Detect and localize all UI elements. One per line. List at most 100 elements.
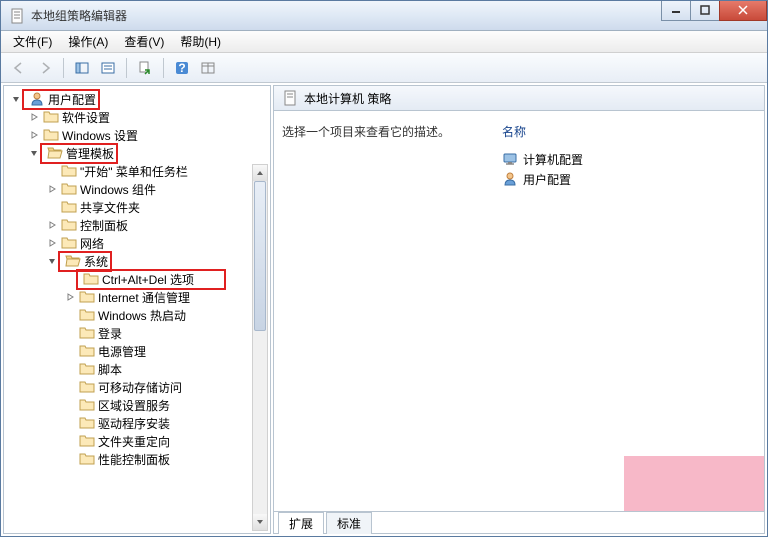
expander-none [64,417,76,429]
tree-power-mgmt[interactable]: 电源管理 [4,342,270,360]
forward-button[interactable] [33,56,57,80]
tree-node-label: 控制面板 [80,217,128,234]
expander-closed-icon[interactable] [46,183,58,195]
tree-removable-storage[interactable]: 可移动存储访问 [4,378,270,396]
scroll-track[interactable] [253,181,267,514]
expander-open-icon[interactable] [28,147,40,159]
highlight-box: 管理模板 [40,143,118,164]
tree-driver-install[interactable]: 驱动程序安装 [4,414,270,432]
scroll-down-button[interactable] [253,514,267,530]
tree-system[interactable]: 系统 [4,252,270,270]
expander-none [64,363,76,375]
tab-standard[interactable]: 标准 [326,512,372,534]
help-button[interactable]: ? [170,56,194,80]
scroll-up-button[interactable] [253,165,267,181]
tree-network[interactable]: 网络 [4,234,270,252]
tree-locale-services[interactable]: 区域设置服务 [4,396,270,414]
expander-closed-icon[interactable] [28,111,40,123]
show-hide-tree-button[interactable] [70,56,94,80]
folder-icon [79,307,95,323]
folder-icon [61,181,77,197]
tree-software-settings[interactable]: 软件设置 [4,108,270,126]
tree-scripts[interactable]: 脚本 [4,360,270,378]
folder-icon [61,199,77,215]
folder-icon [61,163,77,179]
expander-closed-icon[interactable] [64,291,76,303]
tree-node-label: 网络 [80,235,104,252]
tree-node-label: 区域设置服务 [98,397,170,414]
menubar: 文件(F) 操作(A) 查看(V) 帮助(H) [1,31,767,53]
tree-start-menu[interactable]: "开始" 菜单和任务栏 [4,162,270,180]
tree-node-label: 共享文件夹 [80,199,140,216]
menu-action[interactable]: 操作(A) [60,31,116,52]
list-item-computer[interactable]: 计算机配置 [502,150,756,168]
tree-perf-cp[interactable]: 性能控制面板 [4,450,270,468]
arrow-left-icon [11,60,27,76]
list-item-user[interactable]: 用户配置 [502,170,756,188]
tree-windows-hotstart[interactable]: Windows 热启动 [4,306,270,324]
description-column: 选择一个项目来查看它的描述。 [282,123,482,503]
expander-none [46,201,58,213]
expander-closed-icon[interactable] [28,129,40,141]
titlebar[interactable]: 本地组策略编辑器 [1,1,767,31]
tree-internet-comm[interactable]: Internet 通信管理 [4,288,270,306]
list-column: 名称 计算机配置 用户配置 [502,123,756,503]
scroll-thumb[interactable] [254,181,266,331]
expander-none [64,453,76,465]
tree-windows-components[interactable]: Windows 组件 [4,180,270,198]
tab-extended[interactable]: 扩展 [278,512,324,534]
tree-folder-redirect[interactable]: 文件夹重定向 [4,432,270,450]
folder-icon [79,451,95,467]
window-controls [662,1,767,21]
properties-button[interactable] [96,56,120,80]
tree-ctrl-alt-del[interactable]: Ctrl+Alt+Del 选项 [4,270,270,288]
tree-node-label: 电源管理 [98,343,146,360]
document-icon [9,8,25,24]
svg-text:?: ? [178,61,185,75]
grid-icon [200,60,216,76]
tree-logon[interactable]: 登录 [4,324,270,342]
expander-closed-icon[interactable] [46,237,58,249]
back-button[interactable] [7,56,31,80]
overlay-block [624,456,764,511]
tree-user-config[interactable]: 用户配置 [4,90,270,108]
folder-open-icon [65,253,81,269]
help-icon: ? [174,60,190,76]
folder-icon [83,271,99,287]
tree-node-label: 驱动程序安装 [98,415,170,432]
expander-none [64,309,76,321]
tree-node-label: 可移动存储访问 [98,379,182,396]
tree-windows-settings[interactable]: Windows 设置 [4,126,270,144]
export-button[interactable] [133,56,157,80]
folder-icon [79,343,95,359]
window-title: 本地组策略编辑器 [31,7,662,24]
tree-control-panel[interactable]: 控制面板 [4,216,270,234]
scrollbar[interactable] [252,164,268,531]
folder-icon [43,109,59,125]
expander-closed-icon[interactable] [46,219,58,231]
folder-icon [43,127,59,143]
expander-none [64,435,76,447]
maximize-button[interactable] [690,1,720,21]
arrow-right-icon [37,60,53,76]
close-button[interactable] [719,1,767,21]
folder-icon [79,325,95,341]
menu-view[interactable]: 查看(V) [116,31,172,52]
tree-node-label: "开始" 菜单和任务栏 [80,163,188,180]
tree-node-label: 用户配置 [48,91,96,108]
menu-file[interactable]: 文件(F) [5,31,60,52]
tree-admin-templates[interactable]: 管理模板 [4,144,270,162]
tree-shared-folders[interactable]: 共享文件夹 [4,198,270,216]
filter-button[interactable] [196,56,220,80]
column-header-name[interactable]: 名称 [502,123,756,140]
panel-icon [74,60,90,76]
minimize-button[interactable] [661,1,691,21]
expander-open-icon[interactable] [46,255,58,267]
list-item-label: 用户配置 [523,171,571,188]
menu-help[interactable]: 帮助(H) [172,31,229,52]
folder-icon [61,235,77,251]
content-area: 用户配置软件设置Windows 设置管理模板"开始" 菜单和任务栏Windows… [1,83,767,536]
tree-panel[interactable]: 用户配置软件设置Windows 设置管理模板"开始" 菜单和任务栏Windows… [3,85,271,534]
list-item-label: 计算机配置 [523,151,583,168]
expander-open-icon[interactable] [10,93,22,105]
